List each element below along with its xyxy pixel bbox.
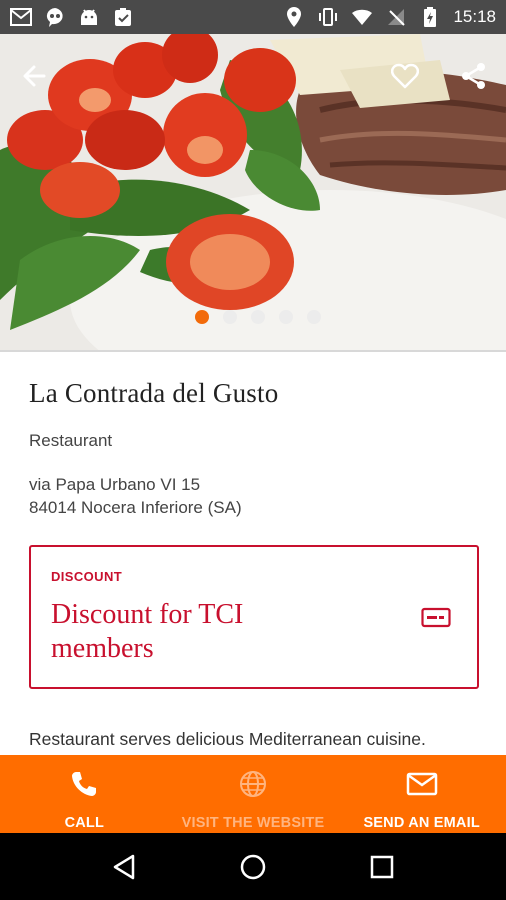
nav-home-button[interactable] [231, 845, 275, 889]
status-time: 15:18 [453, 7, 496, 26]
membership-card-icon [421, 607, 451, 628]
share-button[interactable] [454, 56, 494, 96]
hero-photo[interactable] [0, 0, 506, 350]
discount-label: DISCOUNT [51, 569, 123, 584]
discount-card[interactable]: DISCOUNT Discount for TCI members [29, 545, 479, 689]
carousel-dot[interactable] [223, 310, 237, 324]
place-details: La Contrada del Gusto Restaurant via Pap… [29, 352, 481, 519]
triangle-back-icon [114, 854, 135, 879]
back-button[interactable] [14, 56, 54, 96]
carousel-dot[interactable] [307, 310, 321, 324]
address-line1: via Papa Urbano VI 15 [29, 475, 201, 494]
visit-website-label: VISIT THE WEBSITE [181, 815, 325, 831]
place-description: Restaurant serves delicious Mediterranea… [29, 729, 426, 749]
system-nav-bar [0, 833, 506, 900]
hangouts-icon [44, 6, 66, 28]
call-label: CALL [64, 815, 105, 831]
call-button[interactable]: CALL [0, 755, 169, 833]
mail-icon [405, 767, 439, 801]
battery-charging-icon [419, 6, 441, 28]
carousel-dot-active[interactable] [195, 310, 209, 324]
phone-icon [67, 767, 101, 801]
no-signal-icon [385, 6, 407, 28]
square-recents-icon [370, 855, 393, 878]
nav-recents-button[interactable] [360, 845, 404, 889]
globe-icon [236, 767, 270, 801]
heart-outline-icon [391, 63, 419, 89]
send-email-button[interactable]: SEND AN EMAIL [337, 755, 506, 833]
android-icon [78, 6, 100, 28]
carousel-dot[interactable] [279, 310, 293, 324]
status-bar: 15:18 [0, 0, 506, 34]
place-category: Restaurant [29, 431, 113, 450]
wifi-icon [351, 6, 373, 28]
send-email-label: SEND AN EMAIL [363, 815, 480, 831]
clipboard-check-icon [112, 6, 134, 28]
place-address: via Papa Urbano VI 15 84014 Nocera Infer… [29, 473, 481, 519]
discount-title: Discount for TCI members [51, 599, 244, 664]
toolbar [0, 56, 506, 96]
favorite-button[interactable] [385, 56, 425, 96]
address-line2: 84014 Nocera Inferiore (SA) [29, 498, 242, 517]
arrow-back-icon [23, 65, 46, 87]
circle-home-icon [240, 854, 266, 879]
action-bar: CALL VISIT THE WEBSITE SEND AN EMAIL [0, 755, 506, 833]
location-icon [283, 6, 305, 28]
share-icon [462, 63, 485, 89]
carousel-dot[interactable] [251, 310, 265, 324]
carousel-indicator [0, 310, 506, 324]
food-photo [0, 0, 506, 350]
visit-website-button[interactable]: VISIT THE WEBSITE [169, 755, 338, 833]
vibrate-icon [317, 6, 339, 28]
place-title: La Contrada del Gusto [29, 378, 279, 408]
nav-back-button[interactable] [102, 845, 146, 889]
gmail-icon [10, 6, 32, 28]
